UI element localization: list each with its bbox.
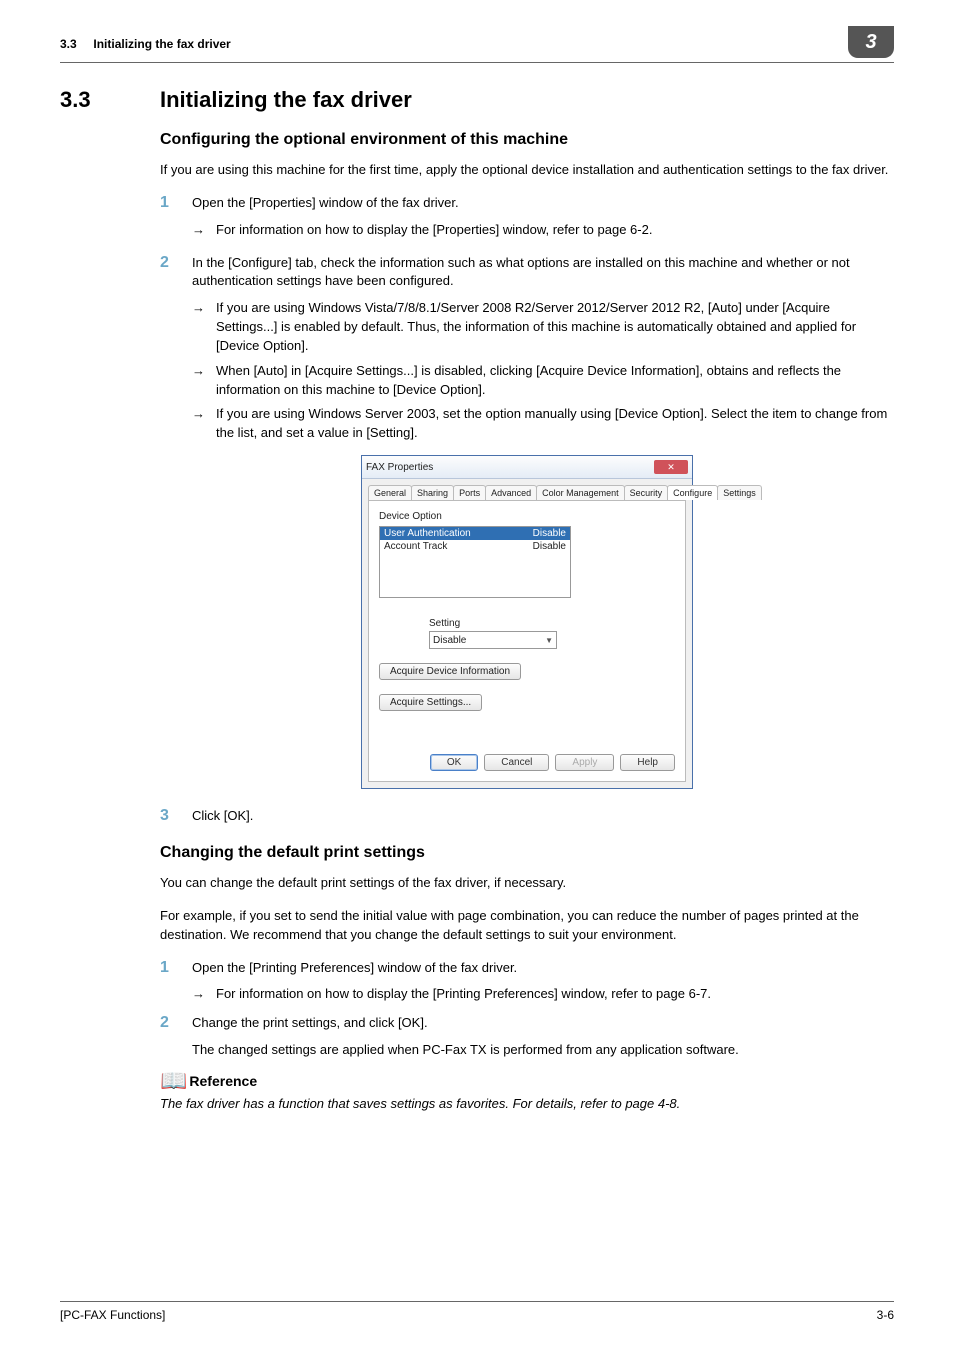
step-2-sub-a: → If you are using Windows Vista/7/8/8.1… (192, 299, 894, 356)
arrow-icon: → (192, 362, 206, 400)
step-1-sub-a: → For information on how to display the … (192, 221, 894, 240)
list-item-value: Disable (533, 541, 566, 552)
header-sec-no: 3.3 (60, 37, 77, 51)
list-item-label: User Authentication (384, 528, 471, 539)
step-2-text: In the [Configure] tab, check the inform… (192, 254, 894, 292)
step-2-sub-a-text: If you are using Windows Vista/7/8/8.1/S… (216, 299, 894, 356)
list-item-value: Disable (533, 528, 566, 539)
cd-step-2-num: 2 (160, 1014, 174, 1060)
tab-security[interactable]: Security (624, 485, 669, 500)
dialog-body: Device Option User Authentication Disabl… (368, 500, 686, 782)
tab-ports[interactable]: Ports (453, 485, 486, 500)
step-2-sub-c-text: If you are using Windows Server 2003, se… (216, 405, 894, 443)
setting-label: Setting (429, 618, 675, 629)
footer-left: [PC-FAX Functions] (60, 1308, 165, 1322)
apply-button[interactable]: Apply (555, 754, 614, 771)
section-title: Initializing the fax driver (160, 87, 412, 113)
step-1: 1 Open the [Properties] window of the fa… (160, 194, 894, 213)
setting-group: Setting Disable ▼ (429, 618, 675, 649)
change-default-p1: You can change the default print setting… (160, 874, 894, 893)
tab-general[interactable]: General (368, 485, 412, 500)
cd-step-2: 2 Change the print settings, and click [… (160, 1014, 894, 1060)
header-title: Initializing the fax driver (93, 37, 230, 51)
acquire-device-info-button[interactable]: Acquire Device Information (379, 663, 521, 680)
dialog-tabs: General Sharing Ports Advanced Color Man… (362, 479, 692, 500)
page-footer: [PC-FAX Functions] 3-6 (60, 1301, 894, 1322)
tab-sharing[interactable]: Sharing (411, 485, 454, 500)
cd-step-1: 1 Open the [Printing Preferences] window… (160, 959, 894, 978)
cd-step-2-text: Change the print settings, and click [OK… (192, 1014, 894, 1033)
cancel-button[interactable]: Cancel (484, 754, 549, 771)
step-3-num: 3 (160, 807, 174, 826)
cd-step-2-result: The changed settings are applied when PC… (192, 1041, 894, 1060)
setting-value: Disable (433, 635, 466, 646)
tab-settings[interactable]: Settings (717, 485, 762, 500)
book-icon: 📖 (160, 1070, 187, 1092)
step-2-sub-b: → When [Auto] in [Acquire Settings...] i… (192, 362, 894, 400)
step-1-sub-a-text: For information on how to display the [P… (216, 221, 652, 240)
step-1-text: Open the [Properties] window of the fax … (192, 194, 894, 213)
list-item[interactable]: Account Track Disable (380, 540, 570, 553)
list-item[interactable]: User Authentication Disable (380, 527, 570, 540)
arrow-icon: → (192, 985, 206, 1004)
arrow-icon: → (192, 405, 206, 443)
running-header-left: 3.3 Initializing the fax driver (60, 37, 231, 51)
intro-paragraph: If you are using this machine for the fi… (160, 161, 894, 180)
setting-combo[interactable]: Disable ▼ (429, 631, 557, 649)
step-3: 3 Click [OK]. (160, 807, 894, 826)
cd-step-1-text: Open the [Printing Preferences] window o… (192, 959, 894, 978)
cd-step-1-sub-text: For information on how to display the [P… (216, 985, 711, 1004)
chapter-badge: 3 (848, 26, 894, 58)
reference-heading: 📖 Reference (160, 1070, 894, 1092)
dialog-figure: FAX Properties ✕ General Sharing Ports A… (160, 455, 894, 789)
step-2-sub-b-text: When [Auto] in [Acquire Settings...] is … (216, 362, 894, 400)
device-option-label: Device Option (379, 511, 675, 522)
step-3-text: Click [OK]. (192, 807, 894, 826)
change-default-p2: For example, if you set to send the init… (160, 907, 894, 945)
reference-label: Reference (189, 1073, 257, 1089)
close-icon[interactable]: ✕ (654, 460, 688, 474)
dialog-title: FAX Properties (366, 462, 433, 473)
arrow-icon: → (192, 221, 206, 240)
fax-properties-dialog: FAX Properties ✕ General Sharing Ports A… (361, 455, 693, 789)
step-2: 2 In the [Configure] tab, check the info… (160, 254, 894, 292)
subheading-configure: Configuring the optional environment of … (160, 131, 894, 149)
acquire-settings-button[interactable]: Acquire Settings... (379, 694, 482, 711)
help-button[interactable]: Help (620, 754, 675, 771)
footer-right: 3-6 (877, 1308, 894, 1322)
cd-step-1-sub: → For information on how to display the … (192, 985, 894, 1004)
list-item-label: Account Track (384, 541, 447, 552)
tab-colormgmt[interactable]: Color Management (536, 485, 625, 500)
reference-body: The fax driver has a function that saves… (160, 1096, 894, 1111)
cd-step-1-num: 1 (160, 959, 174, 978)
chevron-down-icon: ▼ (545, 636, 553, 645)
device-option-list[interactable]: User Authentication Disable Account Trac… (379, 526, 571, 598)
dialog-titlebar: FAX Properties ✕ (362, 456, 692, 479)
section-heading: 3.3 Initializing the fax driver (60, 87, 894, 113)
ok-button[interactable]: OK (430, 754, 478, 771)
subheading-change-default: Changing the default print settings (160, 844, 894, 862)
dialog-footer: OK Cancel Apply Help (379, 734, 675, 771)
section-number: 3.3 (60, 87, 120, 113)
step-1-num: 1 (160, 194, 174, 213)
step-2-num: 2 (160, 254, 174, 292)
tab-advanced[interactable]: Advanced (485, 485, 537, 500)
arrow-icon: → (192, 299, 206, 356)
running-header: 3.3 Initializing the fax driver 3 (60, 30, 894, 63)
chapter-tab: 3 (848, 30, 894, 58)
tab-configure[interactable]: Configure (667, 485, 718, 500)
step-2-sub-c: → If you are using Windows Server 2003, … (192, 405, 894, 443)
